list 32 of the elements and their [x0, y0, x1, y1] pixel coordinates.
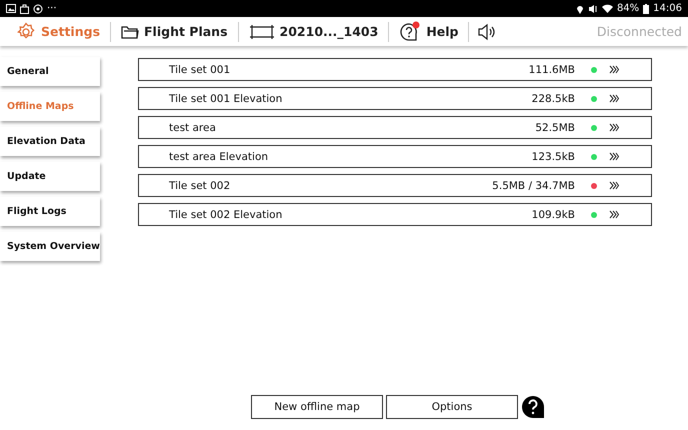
map-name: test area [169, 122, 217, 134]
map-name: Tile set 002 Elevation [169, 208, 284, 220]
map-row[interactable]: test area Elevation 123.5kB [138, 145, 652, 168]
sidebar-item[interactable]: Update [0, 162, 100, 191]
sidebar-item[interactable]: General [0, 57, 100, 86]
map-row[interactable]: Tile set 001 Elevation 228.5kB [138, 87, 652, 110]
map-name: Tile set 001 Elevation [169, 92, 284, 104]
sidebar-item[interactable]: Flight Logs [0, 197, 100, 226]
map-row[interactable]: Tile set 001 111.6MB [138, 58, 652, 81]
map-size: 109.9kB [532, 208, 575, 220]
sidebar-item[interactable]: System Overview [0, 232, 100, 261]
map-row[interactable]: test area 52.5MB [138, 116, 652, 139]
map-name: Tile set 001 [169, 64, 232, 76]
map-name: test area Elevation [169, 150, 270, 162]
options-button[interactable]: Options [386, 395, 518, 419]
map-size: 111.6MB [528, 64, 575, 76]
map-size: 123.5kB [532, 150, 575, 162]
toolbar-tab[interactable]: Flight Plans [115, 22, 234, 41]
map-name: Tile set 002 [169, 180, 232, 192]
map-size: 5.5MB / 34.7MB [492, 180, 575, 192]
toolbar-tab[interactable]: Help [393, 18, 464, 44]
battery-level: 84% [616, 3, 640, 14]
map-row[interactable]: Tile set 002 5.5MB / 34.7MB [138, 174, 652, 197]
new-map-button[interactable]: New offline map [251, 395, 383, 419]
map-size: 52.5MB [535, 122, 575, 134]
clock: 14:06 [653, 3, 682, 14]
map-row[interactable]: Tile set 002 Elevation 109.9kB [138, 203, 652, 226]
connection-status: Disconnected [596, 24, 682, 39]
sidebar-item[interactable]: Elevation Data [0, 127, 100, 156]
toolbar-tab[interactable]: 20210..._1403 [242, 20, 384, 42]
map-size: 228.5kB [532, 92, 575, 104]
overflow-text: ··· [47, 3, 57, 14]
